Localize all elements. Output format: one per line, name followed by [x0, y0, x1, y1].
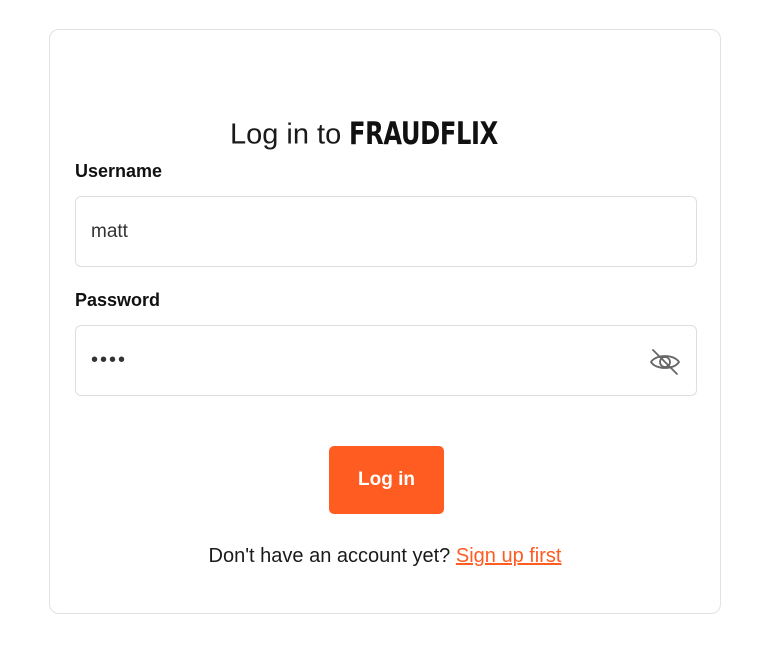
login-card: Log in toFRAUDFLIX Username Password Log… [49, 29, 721, 614]
username-input[interactable] [76, 197, 696, 266]
eye-slash-icon [650, 349, 680, 375]
signup-prompt-text: Don't have an account yet? [208, 545, 451, 567]
username-field-container [75, 196, 697, 267]
password-field-container [75, 325, 697, 396]
signup-prompt: Don't have an account yet? Sign up first [50, 545, 720, 568]
username-label: Username [75, 161, 163, 181]
password-label: Password [75, 290, 161, 310]
password-input[interactable] [76, 326, 696, 395]
title-prefix: Log in to [229, 118, 342, 151]
signup-link[interactable]: Sign up first [456, 545, 562, 567]
page-title: Log in to FRAUDFLIX [50, 116, 720, 151]
password-visibility-toggle[interactable] [648, 347, 682, 377]
brand-logo: FRAUDFLIX [349, 116, 499, 153]
login-button[interactable]: Log in [329, 446, 444, 514]
